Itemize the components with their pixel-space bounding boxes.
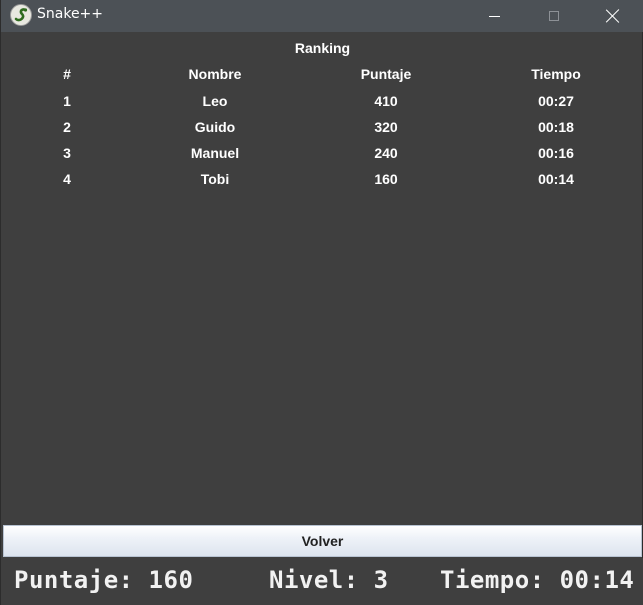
maximize-button[interactable]: [531, 0, 577, 32]
cell-time: 00:16: [538, 145, 574, 161]
cell-rank: 4: [63, 171, 71, 187]
close-button[interactable]: [590, 0, 636, 32]
back-button[interactable]: Volver: [3, 525, 642, 557]
cell-rank: 3: [63, 145, 71, 161]
maximize-icon: [549, 11, 559, 21]
snake-app-icon: [10, 4, 32, 26]
score-display: Puntaje: 160: [14, 566, 194, 594]
cell-name: Manuel: [190, 145, 240, 161]
header-time: Tiempo: [531, 66, 581, 82]
cell-name: Tobi: [200, 171, 230, 187]
window-title: Snake++: [37, 6, 104, 22]
minimize-button[interactable]: [471, 0, 517, 32]
cell-score: 160: [374, 171, 398, 187]
header-name: Nombre: [188, 66, 242, 82]
level-display: Nivel: 3: [269, 566, 389, 594]
ranking-title: Ranking: [294, 40, 351, 56]
cell-score: 240: [374, 145, 398, 161]
status-bar: Puntaje: 160 Nivel: 3 Tiempo: 00:14: [1, 558, 643, 605]
close-icon: [606, 9, 620, 23]
header-score: Puntaje: [360, 66, 412, 82]
cell-rank: 2: [63, 119, 71, 135]
minimize-icon: [488, 15, 500, 17]
app-window: Snake++ Ranking # Nombre Puntaje Tiempo …: [0, 0, 643, 605]
cell-name: Guido: [194, 119, 236, 135]
time-display: Tiempo: 00:14: [440, 566, 635, 594]
cell-time: 00:14: [538, 171, 574, 187]
cell-time: 00:18: [538, 119, 574, 135]
cell-score: 410: [374, 93, 398, 109]
cell-name: Leo: [202, 93, 228, 109]
cell-time: 00:27: [538, 93, 574, 109]
cell-score: 320: [374, 119, 398, 135]
cell-rank: 1: [63, 93, 71, 109]
title-bar[interactable]: Snake++: [1, 0, 643, 32]
header-rank: #: [63, 66, 71, 82]
